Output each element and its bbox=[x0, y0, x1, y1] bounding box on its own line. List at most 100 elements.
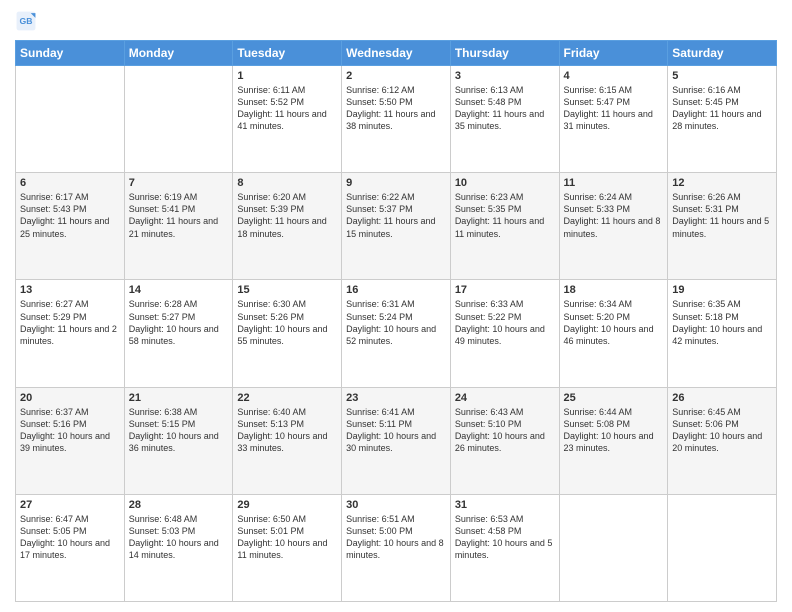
calendar-cell bbox=[559, 494, 668, 601]
header: GB bbox=[15, 10, 777, 32]
cell-info: Sunrise: 6:20 AM Sunset: 5:39 PM Dayligh… bbox=[237, 191, 337, 240]
cell-info: Sunrise: 6:11 AM Sunset: 5:52 PM Dayligh… bbox=[237, 84, 337, 133]
calendar-table: SundayMondayTuesdayWednesdayThursdayFrid… bbox=[15, 40, 777, 602]
cell-info: Sunrise: 6:37 AM Sunset: 5:16 PM Dayligh… bbox=[20, 406, 120, 455]
cell-info: Sunrise: 6:50 AM Sunset: 5:01 PM Dayligh… bbox=[237, 513, 337, 562]
week-row-1: 1 Sunrise: 6:11 AM Sunset: 5:52 PM Daylig… bbox=[16, 66, 777, 173]
day-number: 21 bbox=[129, 392, 229, 404]
calendar-cell: 28Sunrise: 6:48 AM Sunset: 5:03 PM Dayli… bbox=[124, 494, 233, 601]
cell-info: Sunrise: 6:17 AM Sunset: 5:43 PM Dayligh… bbox=[20, 191, 120, 240]
cell-info: Sunrise: 6:27 AM Sunset: 5:29 PM Dayligh… bbox=[20, 298, 120, 347]
calendar-cell: 18 Sunrise: 6:34 AM Sunset: 5:20 PM Dayli… bbox=[559, 280, 668, 387]
calendar-cell: 30 Sunrise: 6:51 AM Sunset: 5:00 PM Dayli… bbox=[342, 494, 451, 601]
day-number: 13 bbox=[20, 284, 120, 296]
calendar-cell: 9 Sunrise: 6:22 AM Sunset: 5:37 PM Daylig… bbox=[342, 173, 451, 280]
calendar-cell: 3 Sunrise: 6:13 AM Sunset: 5:48 PM Daylig… bbox=[450, 66, 559, 173]
day-number: 29 bbox=[237, 499, 337, 511]
day-number: 7 bbox=[129, 177, 229, 189]
day-number: 2 bbox=[346, 70, 446, 82]
dow-header-thursday: Thursday bbox=[450, 41, 559, 66]
dow-header-monday: Monday bbox=[124, 41, 233, 66]
calendar-cell: 25Sunrise: 6:44 AM Sunset: 5:08 PM Dayli… bbox=[559, 387, 668, 494]
cell-info: Sunrise: 6:51 AM Sunset: 5:00 PM Dayligh… bbox=[346, 513, 446, 562]
calendar-cell: 31Sunrise: 6:53 AM Sunset: 4:58 PM Dayli… bbox=[450, 494, 559, 601]
cell-info: Sunrise: 6:13 AM Sunset: 5:48 PM Dayligh… bbox=[455, 84, 555, 133]
calendar-cell bbox=[668, 494, 777, 601]
calendar-cell: 15 Sunrise: 6:30 AM Sunset: 5:26 PM Dayli… bbox=[233, 280, 342, 387]
week-row-4: 20 Sunrise: 6:37 AM Sunset: 5:16 PM Dayli… bbox=[16, 387, 777, 494]
cell-info: Sunrise: 6:26 AM Sunset: 5:31 PM Dayligh… bbox=[672, 191, 772, 240]
cell-info: Sunrise: 6:38 AM Sunset: 5:15 PM Dayligh… bbox=[129, 406, 229, 455]
cell-info: Sunrise: 6:16 AM Sunset: 5:45 PM Dayligh… bbox=[672, 84, 772, 133]
calendar-cell: 16Sunrise: 6:31 AM Sunset: 5:24 PM Dayli… bbox=[342, 280, 451, 387]
day-number: 14 bbox=[129, 284, 229, 296]
day-number: 1 bbox=[237, 70, 337, 82]
page: GB SundayMondayTuesdayWednesdayThursdayF… bbox=[0, 0, 792, 612]
calendar-cell bbox=[16, 66, 125, 173]
calendar-cell: 21 Sunrise: 6:38 AM Sunset: 5:15 PM Dayli… bbox=[124, 387, 233, 494]
calendar-cell: 13 Sunrise: 6:27 AM Sunset: 5:29 PM Dayli… bbox=[16, 280, 125, 387]
week-row-5: 27 Sunrise: 6:47 AM Sunset: 5:05 PM Dayli… bbox=[16, 494, 777, 601]
cell-info: Sunrise: 6:41 AM Sunset: 5:11 PM Dayligh… bbox=[346, 406, 446, 455]
cell-info: Sunrise: 6:30 AM Sunset: 5:26 PM Dayligh… bbox=[237, 298, 337, 347]
calendar-cell: 20 Sunrise: 6:37 AM Sunset: 5:16 PM Dayli… bbox=[16, 387, 125, 494]
day-number: 3 bbox=[455, 70, 555, 82]
day-number: 11 bbox=[564, 177, 664, 189]
cell-info: Sunrise: 6:45 AM Sunset: 5:06 PM Dayligh… bbox=[672, 406, 772, 455]
day-number: 12 bbox=[672, 177, 772, 189]
cell-info: Sunrise: 6:48 AM Sunset: 5:03 PM Dayligh… bbox=[129, 513, 229, 562]
day-number: 6 bbox=[20, 177, 120, 189]
dow-header-wednesday: Wednesday bbox=[342, 41, 451, 66]
calendar-cell: 17 Sunrise: 6:33 AM Sunset: 5:22 PM Dayli… bbox=[450, 280, 559, 387]
week-row-2: 6 Sunrise: 6:17 AM Sunset: 5:43 PM Daylig… bbox=[16, 173, 777, 280]
day-number: 24 bbox=[455, 392, 555, 404]
cell-info: Sunrise: 6:28 AM Sunset: 5:27 PM Dayligh… bbox=[129, 298, 229, 347]
cell-info: Sunrise: 6:53 AM Sunset: 4:58 PM Dayligh… bbox=[455, 513, 555, 562]
day-number: 20 bbox=[20, 392, 120, 404]
calendar-cell: 12 Sunrise: 6:26 AM Sunset: 5:31 PM Dayli… bbox=[668, 173, 777, 280]
calendar-cell: 1 Sunrise: 6:11 AM Sunset: 5:52 PM Daylig… bbox=[233, 66, 342, 173]
week-row-3: 13 Sunrise: 6:27 AM Sunset: 5:29 PM Dayli… bbox=[16, 280, 777, 387]
calendar-cell: 6 Sunrise: 6:17 AM Sunset: 5:43 PM Daylig… bbox=[16, 173, 125, 280]
cell-info: Sunrise: 6:19 AM Sunset: 5:41 PM Dayligh… bbox=[129, 191, 229, 240]
cell-info: Sunrise: 6:43 AM Sunset: 5:10 PM Dayligh… bbox=[455, 406, 555, 455]
calendar-cell: 7 Sunrise: 6:19 AM Sunset: 5:41 PM Daylig… bbox=[124, 173, 233, 280]
calendar-cell: 22 Sunrise: 6:40 AM Sunset: 5:13 PM Dayli… bbox=[233, 387, 342, 494]
calendar-cell: 11 Sunrise: 6:24 AM Sunset: 5:33 PM Dayli… bbox=[559, 173, 668, 280]
day-number: 19 bbox=[672, 284, 772, 296]
calendar-cell: 23Sunrise: 6:41 AM Sunset: 5:11 PM Dayli… bbox=[342, 387, 451, 494]
cell-info: Sunrise: 6:35 AM Sunset: 5:18 PM Dayligh… bbox=[672, 298, 772, 347]
day-number: 8 bbox=[237, 177, 337, 189]
day-of-week-row: SundayMondayTuesdayWednesdayThursdayFrid… bbox=[16, 41, 777, 66]
logo-icon: GB bbox=[15, 10, 37, 32]
calendar-cell: 19 Sunrise: 6:35 AM Sunset: 5:18 PM Dayli… bbox=[668, 280, 777, 387]
day-number: 5 bbox=[672, 70, 772, 82]
cell-info: Sunrise: 6:22 AM Sunset: 5:37 PM Dayligh… bbox=[346, 191, 446, 240]
cell-info: Sunrise: 6:24 AM Sunset: 5:33 PM Dayligh… bbox=[564, 191, 664, 240]
cell-info: Sunrise: 6:15 AM Sunset: 5:47 PM Dayligh… bbox=[564, 84, 664, 133]
calendar-cell: 29 Sunrise: 6:50 AM Sunset: 5:01 PM Dayli… bbox=[233, 494, 342, 601]
day-number: 26 bbox=[672, 392, 772, 404]
cell-info: Sunrise: 6:34 AM Sunset: 5:20 PM Dayligh… bbox=[564, 298, 664, 347]
day-number: 30 bbox=[346, 499, 446, 511]
calendar-cell: 4Sunrise: 6:15 AM Sunset: 5:47 PM Daylig… bbox=[559, 66, 668, 173]
cell-info: Sunrise: 6:33 AM Sunset: 5:22 PM Dayligh… bbox=[455, 298, 555, 347]
calendar-body: 1 Sunrise: 6:11 AM Sunset: 5:52 PM Daylig… bbox=[16, 66, 777, 602]
cell-info: Sunrise: 6:12 AM Sunset: 5:50 PM Dayligh… bbox=[346, 84, 446, 133]
dow-header-friday: Friday bbox=[559, 41, 668, 66]
day-number: 18 bbox=[564, 284, 664, 296]
cell-info: Sunrise: 6:44 AM Sunset: 5:08 PM Dayligh… bbox=[564, 406, 664, 455]
calendar-cell: 24 Sunrise: 6:43 AM Sunset: 5:10 PM Dayli… bbox=[450, 387, 559, 494]
day-number: 22 bbox=[237, 392, 337, 404]
calendar-cell: 26 Sunrise: 6:45 AM Sunset: 5:06 PM Dayli… bbox=[668, 387, 777, 494]
day-number: 27 bbox=[20, 499, 120, 511]
calendar-cell: 10Sunrise: 6:23 AM Sunset: 5:35 PM Dayli… bbox=[450, 173, 559, 280]
cell-info: Sunrise: 6:23 AM Sunset: 5:35 PM Dayligh… bbox=[455, 191, 555, 240]
cell-info: Sunrise: 6:47 AM Sunset: 5:05 PM Dayligh… bbox=[20, 513, 120, 562]
day-number: 16 bbox=[346, 284, 446, 296]
cell-info: Sunrise: 6:40 AM Sunset: 5:13 PM Dayligh… bbox=[237, 406, 337, 455]
day-number: 9 bbox=[346, 177, 446, 189]
day-number: 17 bbox=[455, 284, 555, 296]
day-number: 15 bbox=[237, 284, 337, 296]
calendar-cell: 8 Sunrise: 6:20 AM Sunset: 5:39 PM Daylig… bbox=[233, 173, 342, 280]
